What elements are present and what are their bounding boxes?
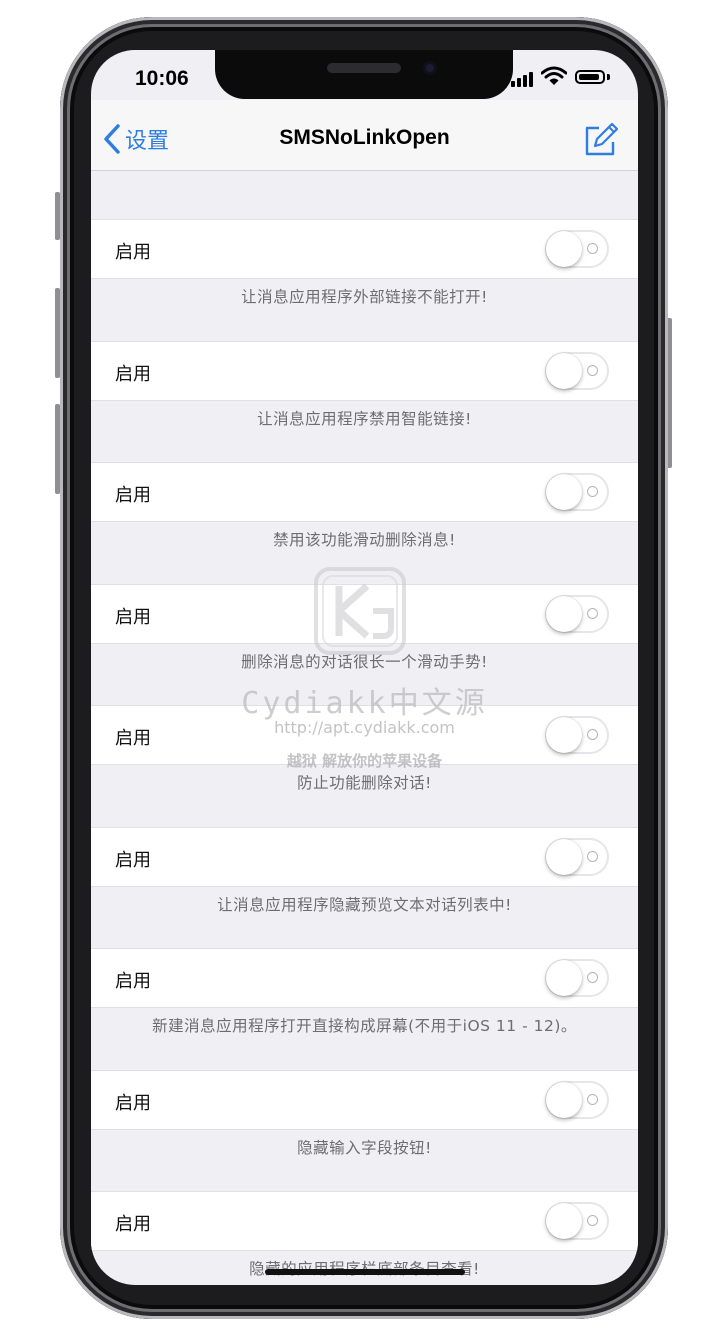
watermark-slogan: 越狱 解放你的苹果设备 xyxy=(286,752,443,770)
phone-screen: 10:06 设置 SMSNoLinkOpen 启用让消息应用程序外部链接不能打开… xyxy=(91,50,638,1285)
watermark-name: Cydiakk中文源 xyxy=(241,686,488,721)
toggle-label: 启用 xyxy=(115,606,151,628)
toggle-cell: 启用 xyxy=(91,219,638,279)
toggle-knob xyxy=(546,231,582,267)
section-footer: 让消息应用程序禁用智能链接! xyxy=(257,409,472,428)
cydiakk-logo-watermark xyxy=(314,567,406,655)
toggle-label: 启用 xyxy=(115,1214,151,1235)
toggle-knob xyxy=(546,595,582,632)
enable-toggle[interactable] xyxy=(545,473,609,511)
toggle-cell: 启用 xyxy=(91,340,638,401)
front-camera xyxy=(423,61,437,75)
section-footer: 隐藏的应用程序栏底部条目查看! xyxy=(91,1257,638,1279)
off-indicator-icon xyxy=(587,486,598,497)
section-footer: 禁用该功能滑动删除消息! xyxy=(273,531,456,549)
signal-icon xyxy=(511,72,533,87)
toggle-knob xyxy=(546,474,582,510)
enable-toggle[interactable] xyxy=(545,837,609,876)
enable-toggle[interactable] xyxy=(545,1080,609,1119)
status-time: 10:06 xyxy=(135,67,189,90)
off-indicator-icon xyxy=(587,1215,598,1226)
toggle-cell: 启用 xyxy=(91,1191,638,1251)
section-footer: 新建消息应用程序打开直接构成屏幕(不用于iOS 11 - 12)。 xyxy=(152,1017,577,1035)
off-indicator-icon xyxy=(587,364,598,376)
battery-icon xyxy=(575,70,605,84)
notch xyxy=(215,50,513,99)
settings-section: 启用新建消息应用程序打开直接构成屏幕(不用于iOS 11 - 12)。 xyxy=(91,948,638,1070)
enable-toggle[interactable] xyxy=(545,1202,609,1240)
speaker-grille xyxy=(327,63,401,73)
enable-toggle[interactable] xyxy=(545,959,609,997)
toggle-knob xyxy=(546,352,582,389)
navigation-bar: 设置 SMSNoLinkOpen xyxy=(91,100,638,171)
home-indicator[interactable] xyxy=(265,1269,465,1275)
section-footer: 隐藏输入字段按钮! xyxy=(297,1138,432,1157)
enable-toggle[interactable] xyxy=(545,230,609,268)
toggle-knob xyxy=(546,1081,582,1118)
toggle-label: 启用 xyxy=(115,971,151,992)
off-indicator-icon xyxy=(587,850,598,862)
section-footer: 让消息应用程序隐藏预览文本对话列表中! xyxy=(217,895,512,914)
section-footer: 让消息应用程序外部链接不能打开! xyxy=(241,288,488,306)
toggle-knob xyxy=(546,838,582,875)
toggle-label: 启用 xyxy=(115,242,151,263)
toggle-cell: 启用 xyxy=(91,826,638,887)
enable-toggle[interactable] xyxy=(545,351,609,390)
page-title: SMSNoLinkOpen xyxy=(279,126,450,149)
off-indicator-icon xyxy=(587,607,598,619)
settings-section: 启用隐藏输入字段按钮! xyxy=(91,1069,638,1192)
settings-section: 启用让消息应用程序外部链接不能打开! xyxy=(91,219,638,341)
toggle-cell: 启用 xyxy=(91,948,638,1008)
battery-cap xyxy=(607,74,610,80)
toggle-knob xyxy=(546,1203,582,1239)
toggle-label: 启用 xyxy=(115,485,151,506)
off-indicator-icon xyxy=(587,243,598,254)
toggle-cell: 启用 xyxy=(91,462,638,522)
wifi-icon xyxy=(541,66,567,85)
toggle-label: 启用 xyxy=(115,363,151,385)
off-indicator-icon xyxy=(587,972,598,983)
toggle-cell: 启用 xyxy=(91,1069,638,1130)
toggle-label: 启用 xyxy=(115,849,151,871)
section-footer: 防止功能删除对话! xyxy=(297,774,432,792)
toggle-label: 启用 xyxy=(115,1092,151,1114)
watermark-url: http://apt.cydiakk.com xyxy=(274,718,455,737)
settings-section: 启用让消息应用程序隐藏预览文本对话列表中! xyxy=(91,826,638,949)
compose-icon[interactable] xyxy=(583,122,619,158)
off-indicator-icon xyxy=(587,1093,598,1105)
enable-toggle[interactable] xyxy=(545,594,609,633)
toggle-knob xyxy=(546,960,582,996)
settings-section: 启用让消息应用程序禁用智能链接! xyxy=(91,340,638,463)
